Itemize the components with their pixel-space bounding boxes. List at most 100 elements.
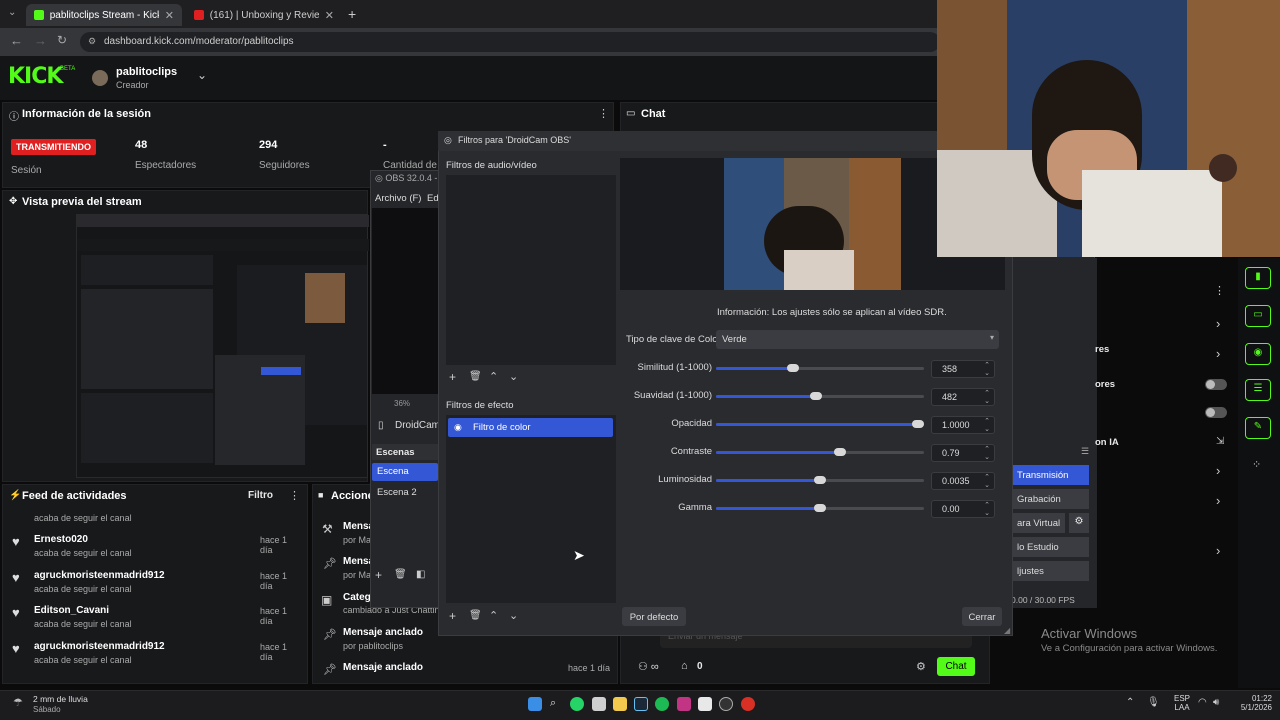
instagram-icon[interactable]	[677, 697, 691, 711]
resize-grip-icon[interactable]: ◢	[1004, 626, 1010, 635]
virtual-camera-gear-icon[interactable]: ⚙	[1069, 513, 1089, 533]
slider-handle[interactable]	[912, 420, 924, 428]
folder-icon[interactable]	[613, 697, 627, 711]
browser-tab-youtube[interactable]: (161) | Unboxing y Review de V ✕	[186, 4, 342, 26]
whatsapp-icon[interactable]	[570, 697, 584, 711]
tab-list-chevron-icon[interactable]: ⌄	[8, 7, 16, 18]
move-down-icon[interactable]: ⌄	[509, 609, 518, 622]
chat-settings-icon[interactable]: ⚙	[916, 660, 926, 673]
obs-menu-file[interactable]: Archivo (F)	[375, 193, 421, 204]
spin-arrows-icon[interactable]: ⌃ ⌄	[984, 474, 990, 490]
site-info-icon[interactable]: ⚙	[88, 36, 96, 47]
slider-value-spinbox[interactable]: 0.79 ⌃ ⌄	[931, 444, 995, 462]
forward-icon[interactable]: →	[34, 33, 47, 48]
move-up-icon[interactable]: ⌃	[489, 370, 498, 383]
chevron-right-icon[interactable]: ›	[1216, 543, 1220, 558]
capcut-icon[interactable]	[698, 697, 712, 711]
slider-value-spinbox[interactable]: 0.0035 ⌃ ⌄	[931, 472, 995, 490]
back-icon[interactable]: ←	[10, 33, 23, 48]
move-down-icon[interactable]: ⌄	[509, 370, 518, 383]
defaults-button[interactable]: Por defecto	[622, 607, 686, 626]
close-tab-icon[interactable]: ✕	[165, 9, 174, 22]
scene-item[interactable]: Escena	[372, 463, 438, 481]
feed-filter-button[interactable]: Filtro	[248, 490, 273, 501]
side-panel-icon[interactable]: ▮	[1245, 267, 1271, 289]
visibility-eye-icon[interactable]: ◉	[454, 422, 462, 433]
windows-start-icon[interactable]	[528, 697, 542, 711]
obs-controls-menu-icon[interactable]: ☰	[1081, 446, 1089, 457]
effect-filter-item[interactable]: Filtro de color	[448, 418, 613, 437]
language-indicator[interactable]: ESP LAA	[1170, 694, 1194, 712]
search-icon[interactable]: ⌕	[550, 697, 556, 710]
add-scene-icon[interactable]: +	[375, 568, 382, 582]
side-broadcast-icon[interactable]: ◉	[1245, 343, 1271, 365]
scene-item[interactable]: Escena 2	[377, 487, 417, 498]
slider-value-spinbox[interactable]: 482 ⌃ ⌄	[931, 388, 995, 406]
close-tab-icon[interactable]: ✕	[325, 9, 334, 22]
move-up-icon[interactable]: ⌃	[489, 609, 498, 622]
browser-tab-kick[interactable]: pablitoclips Stream - Kick Dashb ✕	[26, 4, 182, 26]
av-filters-list[interactable]	[446, 175, 616, 365]
slider-handle[interactable]	[834, 448, 846, 456]
spin-arrows-icon[interactable]: ⌃ ⌄	[984, 390, 990, 406]
side-list-icon[interactable]: ☰	[1245, 379, 1271, 401]
weather-text[interactable]: 2 mm de lluvia	[33, 694, 88, 704]
slider-value-spinbox[interactable]: 0.00 ⌃ ⌄	[931, 500, 995, 518]
reload-icon[interactable]: ↻	[57, 33, 67, 47]
clock[interactable]: 01:22 5/1/2026	[1232, 694, 1272, 712]
chevron-right-icon[interactable]: ›	[1216, 463, 1220, 478]
ai-icon[interactable]: ⇲	[1216, 436, 1224, 447]
remove-av-filter-icon[interactable]: 🗑︎	[469, 371, 482, 382]
kick-logo[interactable]: KICK	[8, 64, 63, 89]
toggle-switch[interactable]	[1205, 407, 1227, 418]
effect-filters-list[interactable]	[446, 415, 616, 603]
chat-send-button[interactable]: Chat	[937, 657, 975, 676]
spin-arrows-icon[interactable]: ⌃ ⌄	[984, 362, 990, 378]
obs-docks-more-icon[interactable]: ⋮	[1214, 284, 1225, 297]
obs-taskbar-icon[interactable]	[719, 697, 733, 711]
chat-gift-icon[interactable]: ⌂	[681, 660, 688, 672]
start-recording-button[interactable]: Grabación	[1009, 489, 1089, 509]
slider-handle[interactable]	[814, 476, 826, 484]
url-field[interactable]: dashboard.kick.com/moderator/pablitoclip…	[80, 32, 940, 52]
spin-arrows-icon[interactable]: ⌃ ⌄	[984, 418, 990, 434]
explorer-icon[interactable]	[592, 697, 606, 711]
key-type-select[interactable]: Verde ▾	[716, 330, 999, 349]
add-av-filter-icon[interactable]: +	[449, 370, 456, 384]
chevron-right-icon[interactable]: ›	[1216, 346, 1220, 361]
spotify-icon[interactable]	[655, 697, 669, 711]
chevron-right-icon[interactable]: ›	[1216, 316, 1220, 331]
side-chat-icon[interactable]: ▭	[1245, 305, 1271, 327]
close-button[interactable]: Cerrar	[962, 607, 1002, 626]
spin-arrows-icon[interactable]: ⌃ ⌄	[984, 502, 990, 518]
new-tab-button[interactable]: +	[348, 6, 356, 22]
slider-handle[interactable]	[787, 364, 799, 372]
side-apps-icon[interactable]: ⁘	[1252, 458, 1261, 471]
obs-source-name[interactable]: DroidCam	[395, 420, 440, 431]
session-more-icon[interactable]: ⋮	[598, 107, 609, 120]
slider-handle[interactable]	[814, 504, 826, 512]
scene-filter-icon[interactable]: ◧	[416, 569, 425, 580]
steam-icon[interactable]	[634, 697, 648, 711]
slider-value-spinbox[interactable]: 1.0000 ⌃ ⌄	[931, 416, 995, 434]
slider-handle[interactable]	[810, 392, 822, 400]
slider-value-spinbox[interactable]: 358 ⌃ ⌄	[931, 360, 995, 378]
remove-scene-icon[interactable]: 🗑︎	[394, 569, 407, 580]
feed-more-icon[interactable]: ⋮	[289, 489, 300, 502]
wifi-icon[interactable]: ◠	[1198, 697, 1207, 708]
start-streaming-button[interactable]: Transmisión	[1009, 465, 1089, 485]
chevron-right-icon[interactable]: ›	[1216, 493, 1220, 508]
chat-users-icon[interactable]: ⚇ ∞	[638, 660, 659, 673]
settings-button[interactable]: ljustes	[1009, 561, 1089, 581]
tray-chevron-up-icon[interactable]: ⌃	[1126, 697, 1134, 708]
microphone-icon[interactable]: 🎙︎	[1147, 697, 1160, 708]
add-effect-filter-icon[interactable]: +	[449, 609, 456, 623]
account-chevron-down-icon[interactable]: ⌄	[197, 68, 207, 82]
volume-icon[interactable]: 🔊︎	[1213, 697, 1219, 708]
spin-arrows-icon[interactable]: ⌃ ⌄	[984, 446, 990, 462]
virtual-camera-button[interactable]: ara Virtual	[1009, 513, 1065, 533]
chrome-icon[interactable]	[741, 697, 755, 711]
remove-effect-filter-icon[interactable]: 🗑︎	[469, 610, 482, 621]
toggle-switch[interactable]	[1205, 379, 1227, 390]
side-tools-icon[interactable]: ✎	[1245, 417, 1271, 439]
